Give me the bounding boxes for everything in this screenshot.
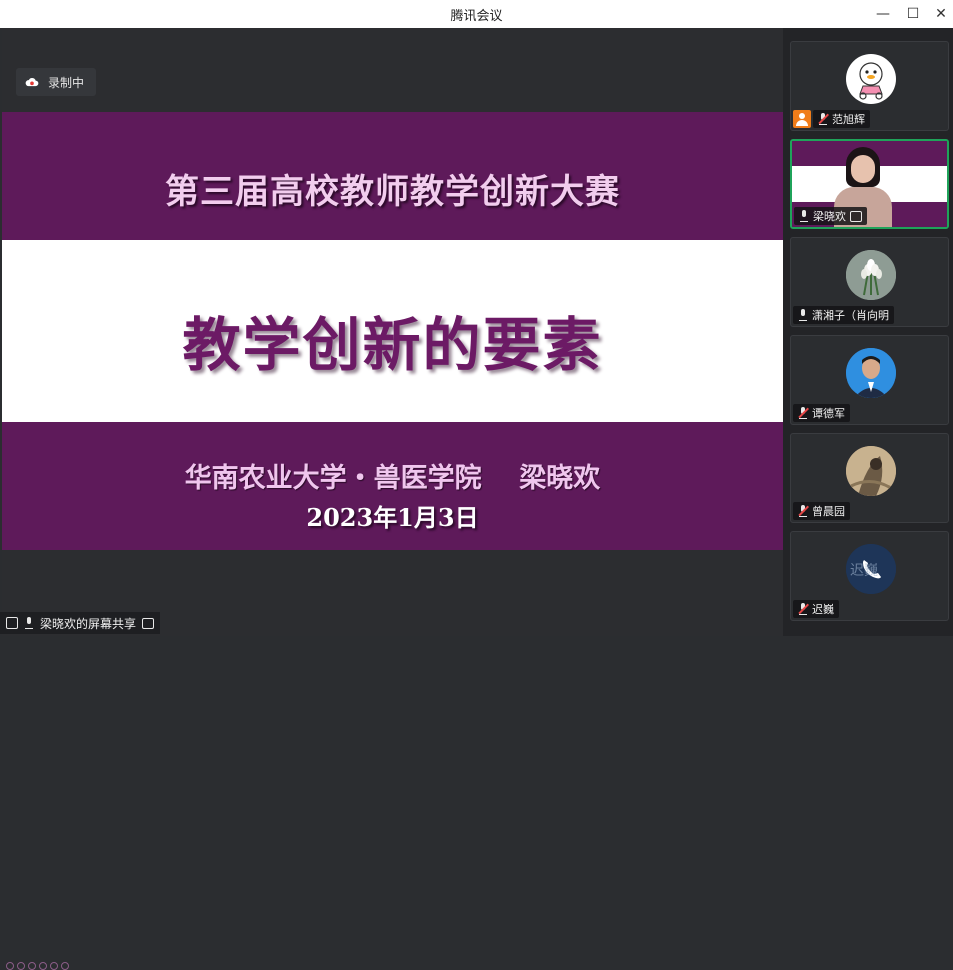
mic-icon [798, 309, 808, 321]
avatar [846, 348, 896, 398]
muted-mic-icon [818, 113, 829, 125]
slide-middle-band: 教学创新的要素 [2, 240, 783, 422]
participant-name: 迟巍 [812, 603, 834, 616]
participant-tile[interactable]: 范旭辉 [790, 41, 949, 131]
participant-namebar: 梁晓欢 [794, 207, 867, 225]
participant-tile[interactable]: 曾晨园 [790, 433, 949, 523]
recording-indicator[interactable]: 录制中 [16, 68, 97, 96]
participant-tile-active-speaker[interactable]: 梁晓欢 [790, 139, 949, 229]
participant-namebar: 迟巍 [793, 600, 839, 618]
screen-share-icon [6, 617, 18, 629]
next-slide-icon[interactable] [17, 962, 25, 970]
muted-mic-icon [798, 505, 809, 517]
mic-icon [799, 210, 809, 222]
avatar [846, 250, 896, 300]
participant-panel: 范旭辉 梁晓欢 潇湘子（肖向明 谭德军 曾晨园 迟巍 迟巍 [783, 28, 953, 636]
avatar-initials: 迟巍 [850, 563, 878, 579]
participant-namebar: 范旭辉 [813, 110, 870, 128]
duck-avatar-icon [859, 62, 883, 100]
avatar: 迟巍 [846, 544, 896, 594]
screen-share-bar[interactable]: 梁晓欢的屏幕共享 [0, 612, 161, 634]
participant-name: 梁晓欢 [813, 210, 846, 223]
share-label: 梁晓欢的屏幕共享 [40, 616, 137, 631]
muted-mic-icon [798, 407, 809, 419]
cloud-record-icon [25, 78, 39, 87]
grid-icon[interactable] [39, 962, 47, 970]
person-photo-icon [846, 446, 896, 496]
mic-icon [24, 617, 34, 629]
prev-slide-icon[interactable] [6, 962, 14, 970]
fullscreen-icon[interactable] [142, 617, 155, 629]
screen-share-icon [850, 210, 862, 222]
window-title: 腾讯会议 [450, 9, 503, 24]
participant-tile[interactable]: 谭德军 [790, 335, 949, 425]
avatar [846, 54, 896, 104]
participant-name: 范旭辉 [832, 113, 865, 126]
participant-tile[interactable]: 潇湘子（肖向明 [790, 237, 949, 327]
participant-namebar: 曾晨园 [793, 502, 850, 520]
muted-mic-icon [798, 603, 809, 615]
recording-label: 录制中 [48, 75, 85, 90]
slide-heading: 教学创新的要素 [182, 311, 603, 379]
person-photo-icon [846, 348, 896, 398]
slide-affiliation: 华南农业大学・兽医学院 梁晓欢 [184, 463, 601, 494]
participant-tile[interactable]: 迟巍 迟巍 [790, 531, 949, 621]
slide-top-band: 第三届高校教师教学创新大赛 [2, 112, 783, 240]
pen-icon[interactable] [28, 962, 36, 970]
slide-date: 2023年1月3日 [306, 503, 479, 532]
slide-title: 第三届高校教师教学创新大赛 [165, 172, 620, 212]
slide-nav-controls[interactable] [6, 962, 69, 970]
more-icon[interactable] [61, 962, 69, 970]
zoom-icon[interactable] [50, 962, 58, 970]
host-badge-icon [793, 110, 811, 128]
participant-name: 谭德军 [812, 407, 845, 420]
avatar [846, 446, 896, 496]
close-button[interactable]: ✕ [930, 4, 952, 24]
participant-namebar: 谭德军 [793, 404, 850, 422]
maximize-button[interactable]: ☐ [902, 4, 924, 24]
minimize-button[interactable]: — [872, 4, 894, 24]
title-bar: 腾讯会议 — ☐ ✕ [0, 0, 953, 28]
flowers-avatar-icon [846, 250, 896, 300]
participant-name: 潇湘子（肖向明 [812, 309, 889, 322]
participant-namebar: 潇湘子（肖向明 [793, 306, 894, 324]
participant-name: 曾晨园 [812, 505, 845, 518]
slide-bottom-band: 华南农业大学・兽医学院 梁晓欢 2023年1月3日 [2, 422, 783, 970]
